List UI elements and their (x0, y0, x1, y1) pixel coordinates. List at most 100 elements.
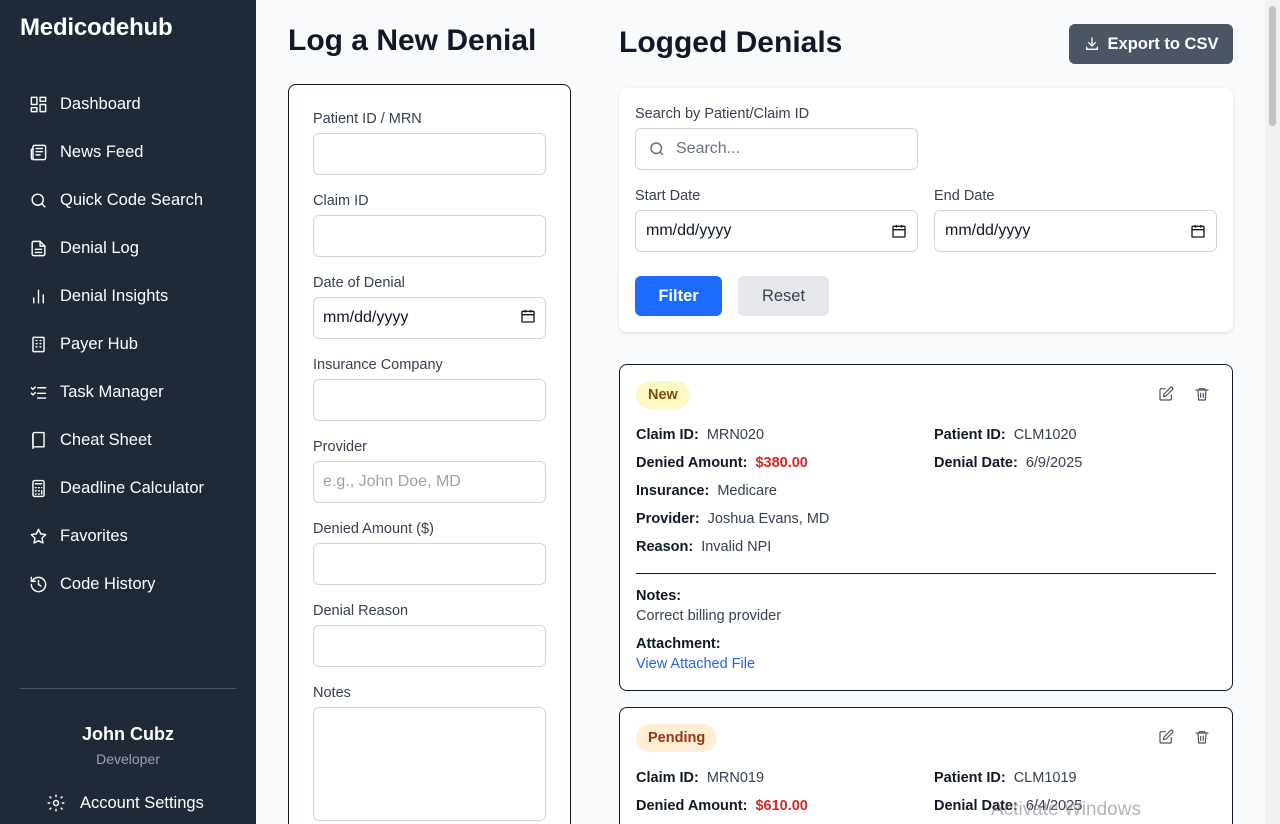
calculator-icon (28, 478, 48, 498)
dashboard-icon (28, 94, 48, 114)
book-icon (28, 430, 48, 450)
status-badge: Pending (636, 724, 718, 752)
amount-field: Denied Amount: $610.00 (636, 798, 808, 814)
attachment-heading: Attachment: (636, 636, 721, 652)
field-label: Denial Date: (934, 455, 1018, 471)
insurance-input[interactable] (313, 379, 546, 421)
claim-id-input[interactable] (313, 215, 546, 257)
notes-text: Correct billing provider (636, 608, 782, 624)
search-input[interactable] (676, 140, 896, 158)
sidebar-item-deadline-calculator[interactable]: Deadline Calculator (0, 464, 256, 512)
account-settings-link[interactable]: Account Settings (46, 793, 204, 813)
sidebar-item-denial-insights[interactable]: Denial Insights (0, 272, 256, 320)
export-csv-button[interactable]: Export to CSV (1069, 24, 1233, 64)
activation-watermark: Activate Windows (991, 799, 1141, 820)
search-icon (650, 142, 664, 156)
provider-input[interactable] (313, 461, 546, 503)
form-title: Log a New Denial (288, 24, 537, 57)
filter-button[interactable]: Filter (635, 276, 722, 316)
sidebar-item-code-history[interactable]: Code History (0, 560, 256, 608)
amount-label: Denied Amount ($) (313, 521, 434, 537)
sidebar-item-cheat-sheet[interactable]: Cheat Sheet (0, 416, 256, 464)
patient-id-field: Patient ID: CLM1019 (934, 770, 1077, 786)
sidebar-item-payer-hub[interactable]: Payer Hub (0, 320, 256, 368)
denial-date-input[interactable]: mm/dd/yyyy (313, 297, 546, 339)
calendar-icon[interactable] (520, 308, 536, 329)
gear-icon (47, 794, 65, 812)
sidebar-item-label: News Feed (60, 142, 144, 161)
claim-id-field: Claim ID: MRN020 (636, 427, 764, 443)
field-label: Claim ID: (636, 427, 699, 443)
sidebar-item-task-manager[interactable]: Task Manager (0, 368, 256, 416)
account-settings-label: Account Settings (80, 793, 204, 812)
start-date-input[interactable]: mm/dd/yyyy (635, 210, 918, 252)
user-name: John Cubz (82, 724, 174, 744)
sidebar-item-label: Denial Log (60, 238, 139, 257)
reason-value: Invalid NPI (701, 539, 772, 555)
reason-field: Reason: Invalid NPI (636, 539, 771, 555)
provider-field: Provider: Joshua Evans, MD (636, 511, 829, 527)
sidebar-item-label: Dashboard (60, 94, 141, 113)
edit-icon[interactable] (1158, 729, 1176, 747)
calendar-icon[interactable] (1190, 223, 1206, 239)
sidebar-item-quick-code-search[interactable]: Quick Code Search (0, 176, 256, 224)
field-label: Insurance: (636, 483, 710, 499)
sidebar-item-dashboard[interactable]: Dashboard (0, 80, 256, 128)
reason-input[interactable] (313, 625, 546, 667)
denial-date-value: 6/9/2025 (1025, 455, 1083, 471)
field-label: Provider: (636, 511, 700, 527)
amount-input[interactable] (313, 543, 546, 585)
denial-date-field: Denial Date: 6/9/2025 (934, 455, 1082, 471)
calendar-icon[interactable] (891, 223, 907, 239)
insurance-value: Medicare (717, 483, 777, 499)
export-csv-label: Export to CSV (1107, 34, 1219, 53)
filter-panel: Search by Patient/Claim ID Start Date mm… (619, 88, 1233, 332)
start-date-label: Start Date (635, 188, 701, 204)
denial-card: New Claim ID: MRN020 Patient ID: CLM1020 D… (619, 364, 1233, 691)
star-icon (28, 526, 48, 546)
trash-icon[interactable] (1194, 729, 1212, 747)
edit-icon[interactable] (1158, 386, 1176, 404)
end-date-value: mm/dd/yyyy (945, 222, 1031, 239)
sidebar-item-denial-log[interactable]: Denial Log (0, 224, 256, 272)
field-label: Claim ID: (636, 770, 699, 786)
patient-id-input[interactable] (313, 133, 546, 175)
provider-value: Joshua Evans, MD (707, 511, 830, 527)
amount-value: $610.00 (755, 798, 808, 814)
page-scrollbar[interactable] (1265, 0, 1280, 824)
sidebar-item-label: Quick Code Search (60, 190, 204, 209)
sidebar-item-news-feed[interactable]: News Feed (0, 128, 256, 176)
search-field[interactable] (635, 128, 918, 170)
reset-button[interactable]: Reset (738, 276, 829, 316)
sidebar-item-label: Cheat Sheet (60, 430, 152, 449)
sidebar-item-favorites[interactable]: Favorites (0, 512, 256, 560)
claim-id-value: MRN019 (706, 770, 765, 786)
sidebar: Medicodehub Dashboard News Feed Quick Co… (0, 0, 256, 824)
sidebar-item-label: Denial Insights (60, 286, 169, 305)
claim-id-field: Claim ID: MRN019 (636, 770, 764, 786)
scrollbar-thumb[interactable] (1269, 6, 1276, 126)
field-label: Reason: (636, 539, 694, 555)
card-divider (636, 573, 1216, 574)
checklist-icon (28, 382, 48, 402)
notes-textarea[interactable] (313, 707, 546, 821)
patient-id-value: CLM1019 (1013, 770, 1077, 786)
user-role: Developer (96, 751, 160, 767)
insurance-field: Insurance: Medicare (636, 483, 777, 499)
claim-id-label: Claim ID (313, 193, 369, 209)
document-icon (28, 238, 48, 258)
sidebar-item-label: Payer Hub (60, 334, 138, 353)
list-title: Logged Denials (619, 26, 843, 59)
sidebar-nav: Dashboard News Feed Quick Code Search De… (0, 80, 256, 608)
denial-date-value: mm/dd/yyyy (323, 309, 409, 326)
brand-logo[interactable]: Medicodehub (20, 14, 173, 42)
denial-form: Patient ID / MRN Claim ID Date of Denial… (288, 84, 571, 824)
end-date-input[interactable]: mm/dd/yyyy (934, 210, 1217, 252)
search-icon (28, 190, 48, 210)
patient-id-value: CLM1020 (1013, 427, 1077, 443)
amount-field: Denied Amount: $380.00 (636, 455, 808, 471)
trash-icon[interactable] (1194, 386, 1212, 404)
view-attachment-link[interactable]: View Attached File (636, 656, 755, 672)
patient-id-label: Patient ID / MRN (313, 111, 422, 127)
notes-label: Notes (313, 685, 351, 701)
